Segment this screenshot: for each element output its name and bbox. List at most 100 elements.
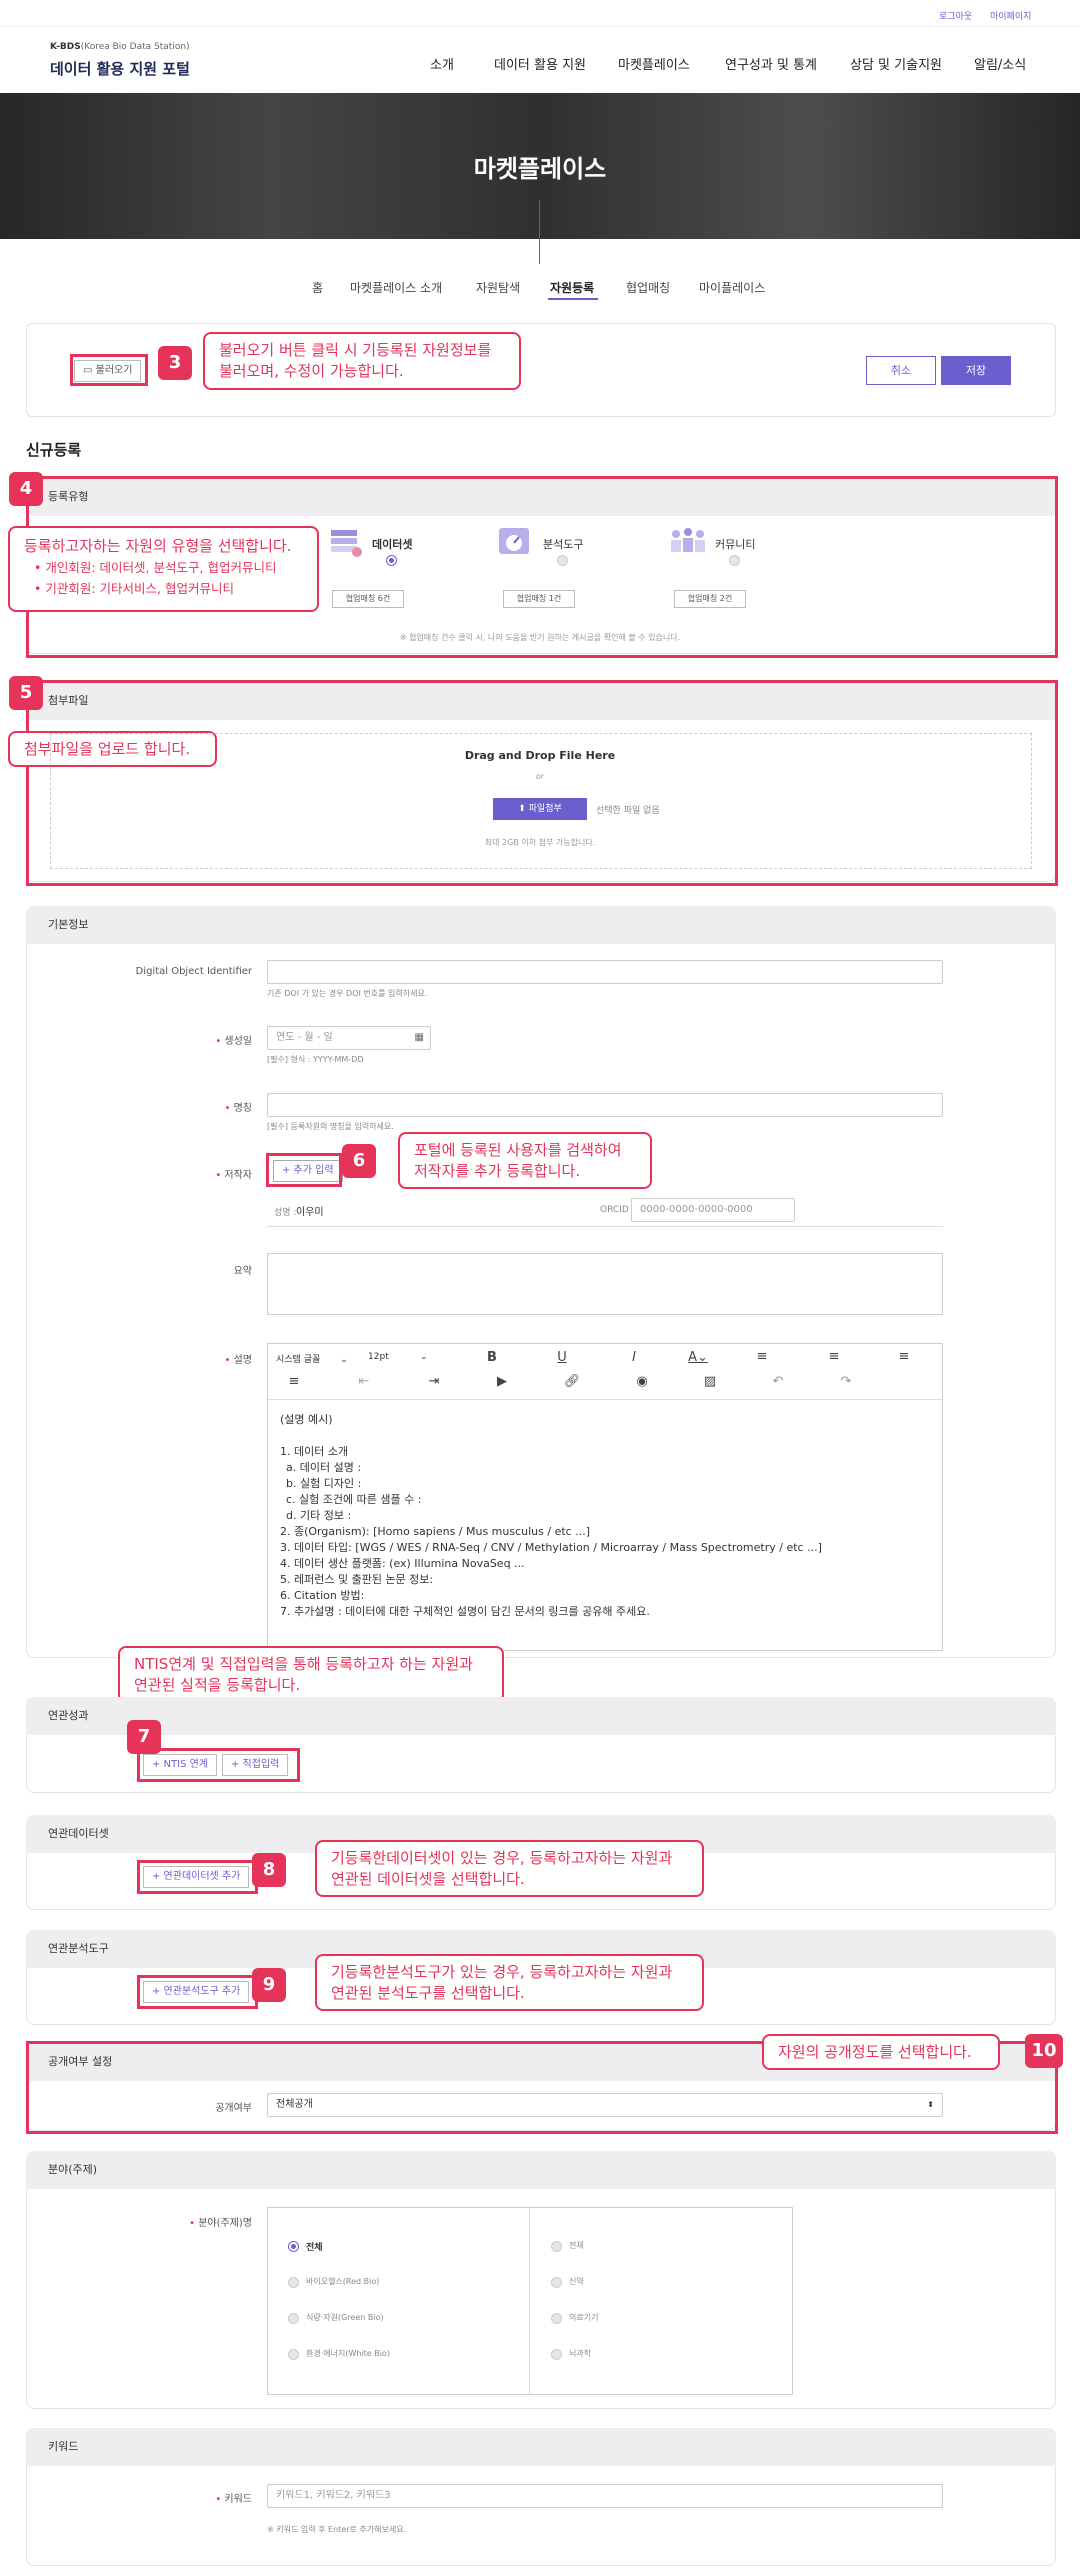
highlight-9: [137, 1975, 258, 2009]
public-select[interactable]: 전체공개 ⬍: [267, 2093, 943, 2117]
undo-icon[interactable]: ↶: [758, 1374, 798, 1389]
field-box: [267, 2207, 793, 2395]
field-right-label-2: 의료기기: [569, 2313, 599, 2322]
calendar-icon[interactable]: ▦: [415, 1027, 424, 1049]
field-left-radio-2[interactable]: [288, 2313, 299, 2324]
type-dataset-radio[interactable]: [386, 555, 397, 566]
tab-myplace[interactable]: 마이플레이스: [699, 279, 765, 296]
file-status: 선택한 파일 없음: [596, 806, 660, 816]
editor-toolbar: 시스템 글꼴 ⌄ 12pt ⌄ B U I A⌄ ≡ ≡ ≡ ≡ ⇤ ⇥ ▶ 🔗…: [268, 1344, 942, 1400]
redo-icon[interactable]: ↷: [826, 1374, 866, 1389]
field-left-radio-0[interactable]: [288, 2241, 299, 2252]
highlight-6: [266, 1153, 342, 1187]
summary-label: 요약: [233, 1266, 252, 1277]
callout-6: 포털에 등록된 사용자를 검색하여 저작자를 추가 등록합니다.: [398, 1132, 652, 1189]
callout-8: 기등록한데이터셋이 있는 경우, 등록하고자하는 자원과 연관된 데이터셋을 선…: [315, 1840, 704, 1897]
date-input[interactable]: 연도 - 월 - 일 ▦: [267, 1026, 431, 1050]
field-right-radio-1[interactable]: [551, 2277, 562, 2288]
tab-intro[interactable]: 마켓플레이스 소개: [350, 279, 442, 296]
field-right-radio-0[interactable]: [551, 2241, 562, 2252]
text-color-icon[interactable]: A⌄: [678, 1350, 718, 1365]
type-community-radio[interactable]: [729, 555, 740, 566]
callout-5-number: 5: [9, 676, 43, 710]
community-icon: [668, 524, 708, 558]
callout-8-number: 8: [252, 1853, 286, 1887]
date-hint: [필수] 형식 : YYYY-MM-DD: [267, 1055, 364, 1064]
cancel-button[interactable]: 취소: [866, 356, 936, 385]
desc-label: • 설명: [224, 1355, 252, 1366]
page: 로그아웃 마이페이지 K-BDS(Korea Bio Data Station)…: [0, 0, 1080, 2575]
field-left-radio-1[interactable]: [288, 2277, 299, 2288]
save-button[interactable]: 저장: [941, 356, 1011, 385]
logout-link[interactable]: 로그아웃: [939, 9, 972, 22]
tab-matching[interactable]: 협업매칭: [626, 279, 670, 296]
keyword-label: • 키워드: [215, 2494, 252, 2505]
name-hint: [필수] 등록자원의 명칭을 입력하세요.: [267, 1122, 394, 1131]
nav-notice[interactable]: 알림/소식: [974, 54, 1026, 73]
file-limit: 최대 2GB 이하 첨부 가능합니다.: [484, 838, 596, 847]
nav-consult[interactable]: 상담 및 기술지원: [850, 54, 942, 73]
callout-9-number: 9: [252, 1968, 286, 2002]
type-tool-radio[interactable]: [557, 555, 568, 566]
dataset-icon: [327, 524, 363, 558]
outdent-icon[interactable]: ⇤: [344, 1374, 384, 1389]
field-left-radio-3[interactable]: [288, 2349, 299, 2360]
keyword-title: 키워드: [26, 2428, 1056, 2466]
underline-icon[interactable]: U: [542, 1350, 582, 1365]
perf-title: 연관성과: [26, 1697, 1056, 1735]
select-arrow-icon: ⬍: [927, 2100, 934, 2109]
italic-icon[interactable]: I: [614, 1350, 654, 1365]
name-label: • 명칭: [224, 1103, 252, 1114]
author-name-label: 성명 :: [274, 1208, 297, 1218]
bold-icon[interactable]: B: [472, 1350, 512, 1365]
nav-intro[interactable]: 소개: [430, 54, 454, 73]
callout-4-number: 4: [9, 472, 43, 506]
field-right-label-1: 신약: [569, 2277, 584, 2286]
doi-input[interactable]: [267, 960, 943, 984]
link-icon[interactable]: 🔗︎: [552, 1374, 592, 1389]
author-name: 이우미: [296, 1207, 324, 1218]
field-right-radio-2[interactable]: [551, 2313, 562, 2324]
tab-explore[interactable]: 자원탐색: [476, 279, 520, 296]
field-divider: [529, 2208, 530, 2394]
basic-title: 기본정보: [26, 906, 1056, 944]
nav-results[interactable]: 연구성과 및 통계: [725, 54, 817, 73]
font-select[interactable]: 시스템 글꼴 ⌄: [276, 1352, 348, 1365]
tab-register[interactable]: 자원등록: [550, 279, 594, 296]
type-tool-count[interactable]: 협업매칭 1건: [503, 590, 575, 608]
name-input[interactable]: [267, 1093, 943, 1117]
tab-active-underline: [548, 298, 598, 300]
type-community-label: 커뮤니티: [715, 538, 756, 551]
mypage-link[interactable]: 마이페이지: [990, 9, 1031, 22]
file-attach-button[interactable]: ⬆ 파일첨부: [493, 798, 587, 820]
align-justify-icon[interactable]: ≡: [742, 1349, 782, 1364]
field-right-label-0: 전체: [569, 2241, 584, 2250]
size-select[interactable]: 12pt ⌄: [368, 1352, 428, 1362]
page-title: 신규등록: [26, 441, 82, 459]
tab-home[interactable]: 홈: [312, 279, 323, 296]
type-dataset-count[interactable]: 협업매칭 6건: [332, 590, 404, 608]
field-left-label-1: 바이오헬스(Red Bio): [306, 2277, 380, 2286]
drop-or: or: [535, 772, 545, 781]
orcid-input[interactable]: 0000-0000-0000-0000: [631, 1198, 795, 1222]
nav-marketplace[interactable]: 마켓플레이스: [618, 54, 690, 73]
preview-icon[interactable]: ◉: [622, 1374, 662, 1389]
callout-3-number: 3: [158, 346, 192, 380]
image-icon[interactable]: ▨: [690, 1374, 730, 1389]
align-center-icon[interactable]: ≡: [884, 1349, 924, 1364]
orcid-label: ORCID :: [600, 1205, 635, 1215]
type-community-count[interactable]: 협업매칭 2건: [674, 590, 746, 608]
highlight-8: [137, 1860, 258, 1894]
brand-small: K-BDS(Korea Bio Data Station): [50, 42, 190, 52]
summary-textarea[interactable]: [267, 1253, 943, 1315]
field-right-radio-3[interactable]: [551, 2349, 562, 2360]
nav-data-support[interactable]: 데이터 활용 지원: [494, 54, 586, 73]
doi-hint: 기존 DOI 가 있는 경우 DOI 번호를 입력하세요.: [267, 989, 428, 998]
indent-icon[interactable]: ⇥: [414, 1374, 454, 1389]
field-label: • 분야(주제)명: [189, 2218, 252, 2229]
align-left-icon[interactable]: ≡: [814, 1349, 854, 1364]
editor-content[interactable]: (설명 예시) 1. 데이터 소개 a. 데이터 설명 : b. 실험 디자인 …: [268, 1402, 942, 1650]
media-icon[interactable]: ▶: [482, 1374, 522, 1389]
align-right-icon[interactable]: ≡: [274, 1374, 314, 1389]
keyword-input[interactable]: 키워드1, 키워드2, 키워드3: [267, 2484, 943, 2508]
